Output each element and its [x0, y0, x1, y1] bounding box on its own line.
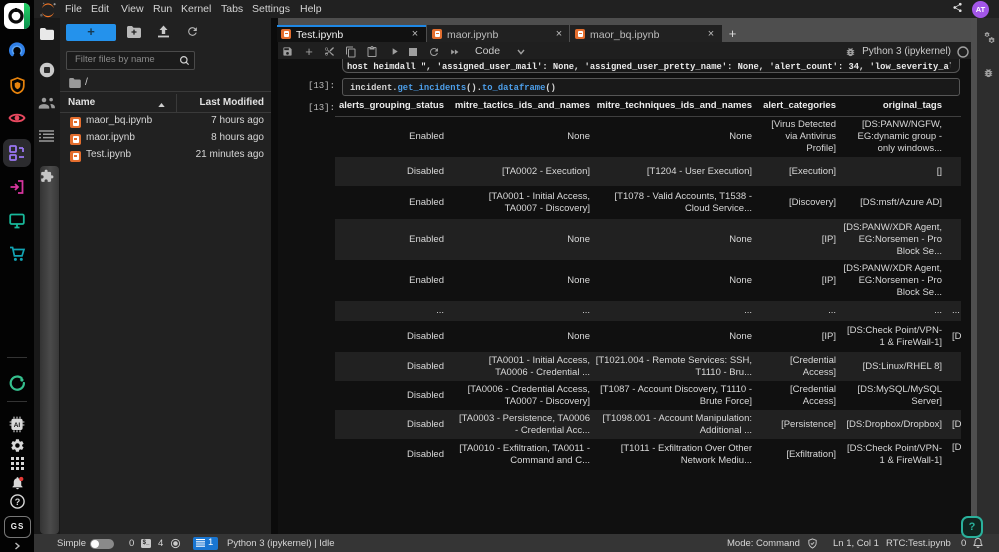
svg-text:AI: AI [14, 422, 21, 429]
svg-text:?: ? [15, 497, 21, 507]
